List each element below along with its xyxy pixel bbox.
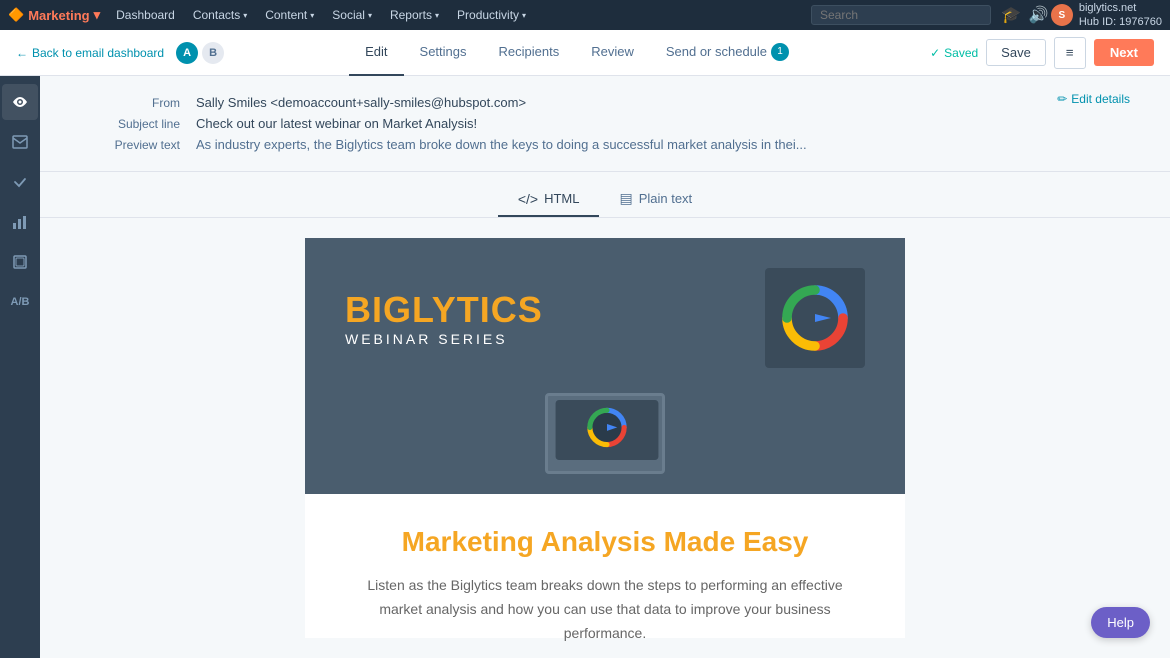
sidebar-chart-icon[interactable] [2,204,38,240]
save-button[interactable]: Save [986,39,1046,66]
back-arrow-icon: ← [16,46,28,60]
help-circle-icon: 🔊 [1029,5,1049,25]
nav-brand-label: Marketing [28,8,89,23]
email-header-banner: BIGLYTICS WEBINAR SERIES [305,238,905,398]
sidebar-ab-icon[interactable]: A/B [2,284,38,320]
code-icon: </> [518,191,538,207]
email-brand-sub: WEBINAR SERIES [345,331,543,347]
nav-content[interactable]: Content ▾ [257,0,322,30]
tab-recipients[interactable]: Recipients [483,30,576,76]
main-layout: A/B From Sally Smiles <demoaccount+sally… [0,76,1170,658]
nav-social[interactable]: Social ▾ [324,0,380,30]
email-logo [765,268,865,368]
sidebar-check-icon[interactable] [2,164,38,200]
view-tabs: </> HTML ▤ Plain text [40,172,1170,218]
nav-brand[interactable]: 🔶 Marketing ▾ [8,7,100,23]
tab-group: Edit Settings Recipients Review Send or … [349,30,805,76]
top-nav: 🔶 Marketing ▾ Dashboard Contacts ▾ Conte… [0,0,1170,30]
brand-caret-icon: ▾ [94,7,101,23]
email-body: Listen as the Biglytics team breaks down… [305,574,905,658]
email-preview-wrapper[interactable]: BIGLYTICS WEBINAR SERIES [40,218,1170,658]
email-body-paragraph: Listen as the Biglytics team breaks down… [365,574,845,645]
preview-row: Preview text As industry experts, the Bi… [80,134,1057,155]
tab-edit[interactable]: Edit [349,30,403,76]
search-input[interactable] [811,5,991,25]
subject-label: Subject line [80,116,180,131]
content-caret: ▾ [310,11,314,20]
subject-row: Subject line Check out our latest webina… [80,113,1057,134]
tab-plain-text[interactable]: ▤ Plain text [599,182,712,217]
subject-value: Check out our latest webinar on Market A… [196,116,1057,131]
email-body-bold: Organically grow the holistic world view… [365,653,845,658]
pencil-icon: ✏ [1057,92,1067,106]
account-info: biglytics.net Hub ID: 1976760 [1079,1,1162,30]
ab-badge-b[interactable]: B [202,42,224,64]
help-button[interactable]: Help [1091,607,1150,638]
check-saved-icon: ✓ [930,46,940,60]
nav-productivity[interactable]: Productivity ▾ [449,0,534,30]
toolbar: ← Back to email dashboard A B Edit Setti… [0,30,1170,76]
tab-review[interactable]: Review [575,30,650,76]
email-title: Marketing Analysis Made Easy [305,494,905,574]
preview-label: Preview text [80,137,180,152]
sidebar-eye-icon[interactable] [2,84,38,120]
email-meta: From Sally Smiles <demoaccount+sally-smi… [40,76,1170,172]
nav-dashboard[interactable]: Dashboard [108,0,183,30]
content-area: From Sally Smiles <demoaccount+sally-smi… [40,76,1170,658]
ab-badges: A B [176,42,224,64]
schedule-badge: 1 [771,43,789,61]
options-icon: ≡ [1066,45,1074,60]
text-icon: ▤ [619,190,632,207]
options-button[interactable]: ≡ [1054,37,1086,69]
tab-html[interactable]: </> HTML [498,183,600,217]
tab-send-schedule[interactable]: Send or schedule 1 [650,30,805,76]
tab-settings[interactable]: Settings [404,30,483,76]
from-value: Sally Smiles <demoaccount+sally-smiles@h… [196,95,1057,110]
preview-value: As industry experts, the Biglytics team … [196,137,1057,152]
avatar[interactable]: S [1051,4,1073,26]
from-label: From [80,95,180,110]
sidebar: A/B [0,76,40,658]
nav-reports[interactable]: Reports ▾ [382,0,447,30]
next-button[interactable]: Next [1094,39,1154,66]
ab-badge-a[interactable]: A [176,42,198,64]
social-caret: ▾ [368,11,372,20]
edit-details-button[interactable]: ✏ Edit details [1057,92,1130,106]
reports-caret: ▾ [435,11,439,20]
contacts-caret: ▾ [243,11,247,20]
productivity-caret: ▾ [522,11,526,20]
email-brand-name: BIGLYTICS [345,289,543,331]
hubspot-icon: 🔶 [8,7,24,23]
sidebar-layers-icon[interactable] [2,244,38,280]
from-row: From Sally Smiles <demoaccount+sally-smi… [80,92,1057,113]
graduation-icon: 🎓 [1001,5,1021,25]
nav-contacts[interactable]: Contacts ▾ [185,0,255,30]
sidebar-email-icon[interactable] [2,124,38,160]
back-link[interactable]: ← Back to email dashboard [16,46,164,60]
email-preview: BIGLYTICS WEBINAR SERIES [305,238,905,638]
saved-indicator: ✓ Saved [930,46,978,60]
